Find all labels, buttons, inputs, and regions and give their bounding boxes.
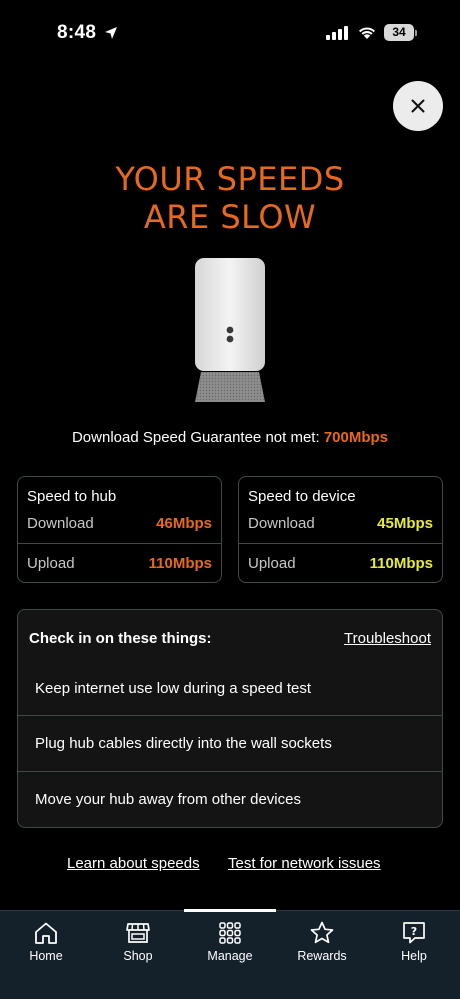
active-tab-indicator: [184, 909, 276, 912]
location-arrow-icon: [105, 27, 117, 39]
check-item[interactable]: Move your hub away from other devices: [18, 771, 442, 827]
nav-rewards-label: Rewards: [297, 949, 347, 963]
test-network-issues-link[interactable]: Test for network issues: [228, 855, 381, 872]
svg-text:?: ?: [411, 925, 417, 938]
guarantee-value: 700Mbps: [323, 429, 389, 446]
download-label: Download: [248, 515, 315, 532]
check-item-label: Keep internet use low during a speed tes…: [35, 679, 312, 697]
check-item[interactable]: Plug hub cables directly into the wall s…: [18, 715, 442, 771]
status-time: 8:48: [57, 22, 97, 43]
troubleshoot-link[interactable]: Troubleshoot: [344, 630, 431, 647]
title-line-2: ARE SLOW: [143, 198, 317, 236]
nav-home-label: Home: [29, 949, 63, 963]
speed-to-device-card: Speed to device Download 45Mbps Upload 1…: [238, 476, 443, 583]
download-value: 46Mbps: [156, 515, 212, 532]
upload-value: 110Mbps: [369, 555, 433, 572]
card-title: Speed to hub: [27, 488, 117, 505]
divider: [18, 543, 221, 544]
battery-indicator: 34: [384, 24, 417, 41]
check-item[interactable]: Keep internet use low during a speed tes…: [18, 660, 442, 716]
learn-about-speeds-link[interactable]: Learn about speeds: [67, 855, 200, 872]
download-value: 45Mbps: [377, 515, 433, 532]
cellular-signal-icon: [326, 26, 348, 40]
speed-guarantee-message: Download Speed Guarantee not met: 700Mbp…: [0, 429, 460, 446]
card-title: Speed to device: [248, 488, 356, 505]
page-title: YOUR SPEEDS ARE SLOW: [0, 160, 460, 236]
nav-help[interactable]: ? Help: [368, 917, 460, 977]
nav-shop-label: Shop: [123, 949, 153, 963]
grid-icon: [219, 922, 241, 944]
check-in-panel: Check in on these things: Troubleshoot K…: [17, 609, 443, 828]
speed-to-hub-card: Speed to hub Download 46Mbps Upload 110M…: [17, 476, 222, 583]
nav-shop[interactable]: Shop: [92, 917, 184, 977]
check-item-label: Move your hub away from other devices: [35, 791, 301, 808]
status-bar: 8:48 34: [0, 0, 460, 68]
help-icon: ?: [403, 922, 425, 944]
check-panel-title: Check in on these things:: [29, 630, 212, 647]
shop-icon: [126, 923, 150, 943]
close-button[interactable]: [393, 81, 443, 131]
close-icon: [411, 99, 425, 113]
upload-label: Upload: [27, 555, 75, 572]
hub-device-image: [195, 258, 265, 402]
title-line-1: YOUR SPEEDS: [115, 160, 345, 198]
check-item-label: Plug hub cables directly into the wall s…: [35, 735, 332, 752]
wifi-icon: [359, 27, 375, 39]
battery-level: 34: [392, 25, 406, 39]
nav-manage-label: Manage: [207, 949, 253, 963]
upload-label: Upload: [248, 555, 296, 572]
divider: [239, 543, 442, 544]
bottom-nav: Home Shop Manage Rewards ? Help: [0, 909, 460, 999]
upload-value: 110Mbps: [148, 555, 212, 572]
nav-home[interactable]: Home: [0, 917, 92, 977]
star-icon: [310, 921, 334, 944]
nav-rewards[interactable]: Rewards: [276, 917, 368, 977]
download-label: Download: [27, 515, 94, 532]
nav-manage[interactable]: Manage: [184, 917, 276, 977]
nav-help-label: Help: [401, 949, 427, 963]
guarantee-text: Download Speed Guarantee not met:: [71, 429, 320, 446]
home-icon: [35, 922, 57, 944]
